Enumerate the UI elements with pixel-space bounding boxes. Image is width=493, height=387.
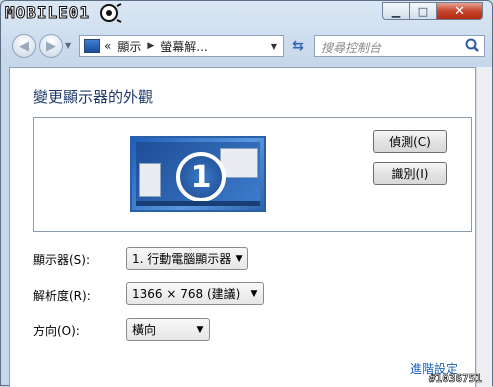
search-icon[interactable] <box>464 37 480 53</box>
maximize-button[interactable]: □ <box>409 2 437 20</box>
address-overflow[interactable]: « <box>104 39 111 53</box>
back-button[interactable]: ◀ <box>12 34 36 58</box>
preview-window-left <box>139 163 161 197</box>
refresh-icon: ⇆ <box>292 38 304 54</box>
vertical-scrollbar[interactable] <box>476 67 492 387</box>
recent-pages-dropdown-icon[interactable]: ▼ <box>65 41 71 50</box>
close-button[interactable]: ✕ <box>436 2 483 20</box>
monitor-number-badge: 1 <box>176 152 226 202</box>
close-icon: ✕ <box>454 3 465 19</box>
orientation-select-value: 橫向 <box>132 323 157 337</box>
identify-button[interactable]: 識別(I) <box>373 162 447 185</box>
monitor-screen: 1 <box>136 142 260 206</box>
detect-button[interactable]: 偵測(C) <box>373 130 447 153</box>
monitor-1-thumbnail[interactable]: 1 <box>130 136 266 212</box>
minimize-icon: ▁ <box>391 4 401 18</box>
orientation-select[interactable]: 橫向 ▼ <box>126 318 210 341</box>
control-panel-icon <box>84 39 100 53</box>
breadcrumb-separator-icon[interactable]: ▶ <box>147 41 154 51</box>
back-arrow-icon: ◀ <box>19 38 29 54</box>
chevron-down-icon: ▼ <box>235 253 243 264</box>
maximize-icon: □ <box>417 4 429 18</box>
breadcrumb-display[interactable]: 顯示 <box>117 38 141 55</box>
page-title: 變更顯示器的外觀 <box>33 88 154 106</box>
resolution-select-value: 1366 × 768 (建議) <box>132 287 241 301</box>
resolution-label: 解析度(R): <box>33 289 91 303</box>
brand-watermark-logo: MOBILE01 <box>4 3 91 23</box>
display-select[interactable]: 1. 行動電腦顯示器 ▼ <box>126 247 248 270</box>
search-box[interactable]: 搜尋控制台 <box>314 35 485 57</box>
brand-mark-icon <box>100 3 122 23</box>
content-pane: 變更顯示器的外觀 1 偵測(C) 識別(I) 顯示器(S): 1. 行動電腦顯示… <box>9 67 476 387</box>
address-history-dropdown-icon[interactable]: ▼ <box>271 42 277 51</box>
breadcrumb-screen-resolution[interactable]: 螢幕解... <box>160 38 207 55</box>
chevron-down-icon: ▼ <box>250 288 258 299</box>
refresh-button[interactable]: ⇆ <box>287 35 309 57</box>
monitor-preview-area: 1 偵測(C) 識別(I) <box>33 117 472 232</box>
display-label: 顯示器(S): <box>33 253 91 267</box>
resolution-select[interactable]: 1366 × 768 (建議) ▼ <box>126 282 264 305</box>
minimize-button[interactable]: ▁ <box>382 2 410 20</box>
search-placeholder: 搜尋控制台 <box>321 41 382 55</box>
watermark-id: #1036751 <box>429 372 483 386</box>
orientation-label: 方向(O): <box>33 324 80 338</box>
display-select-value: 1. 行動電腦顯示器 <box>132 252 232 266</box>
display-settings-window: MOBILE01 ▁ □ ✕ ◀ ▶ ▼ « 顯示 ▶ 螢幕解... ▼ ⇆ 搜… <box>0 0 493 387</box>
chevron-down-icon: ▼ <box>196 324 204 335</box>
forward-arrow-icon: ▶ <box>46 38 56 54</box>
forward-button[interactable]: ▶ <box>39 34 63 58</box>
address-bar[interactable]: « 顯示 ▶ 螢幕解... ▼ <box>79 35 284 57</box>
preview-taskbar <box>136 201 260 206</box>
